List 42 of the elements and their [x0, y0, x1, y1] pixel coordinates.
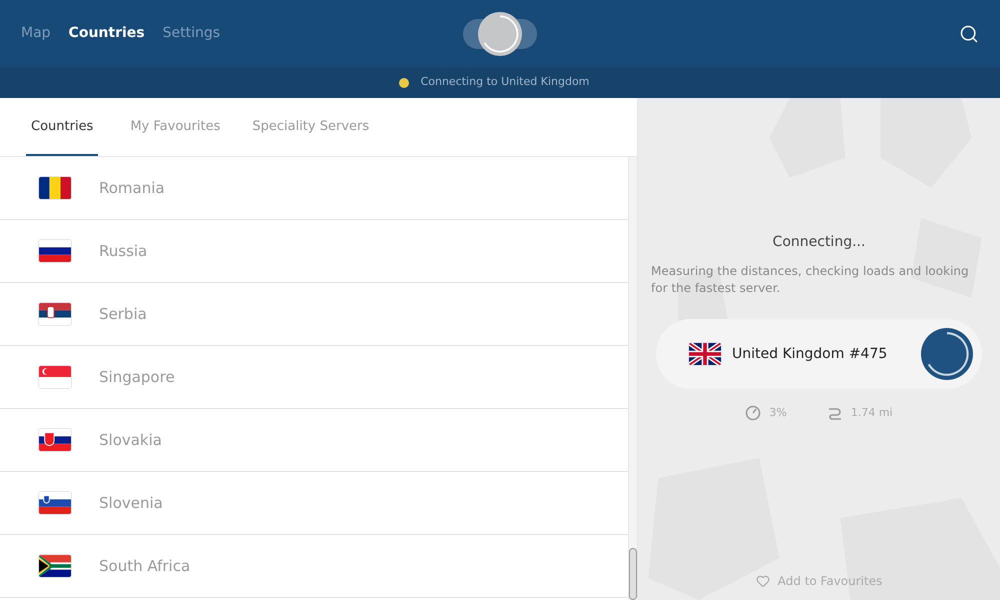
list-tab[interactable]: My Favourites	[130, 98, 220, 156]
connecting-message: Measuring the distances, checking loads and looking for the fastest server.	[651, 263, 970, 297]
search-icon[interactable]	[959, 24, 979, 44]
heart-icon	[756, 574, 770, 588]
country-name: Singapore	[99, 366, 175, 388]
connecting-title: Connecting...	[772, 233, 866, 252]
flag-icon	[38, 428, 72, 452]
connect-button[interactable]	[921, 328, 973, 380]
nav-tab[interactable]: Countries	[68, 23, 145, 44]
flag-icon	[38, 239, 72, 263]
flag-icon	[38, 491, 72, 515]
country-row[interactable]: South Africa	[0, 535, 628, 598]
list-tab[interactable]: Countries	[26, 98, 98, 156]
country-row[interactable]: Russia	[0, 220, 628, 283]
flag-icon	[38, 302, 72, 326]
country-row[interactable]: Slovakia	[0, 409, 628, 472]
country-row[interactable]: Romania	[0, 157, 628, 220]
distance-text: 1.74 mi	[850, 405, 893, 421]
nav-tab[interactable]: Map	[21, 23, 51, 44]
status-text: Connecting to United Kingdom	[420, 74, 590, 90]
connection-toggle[interactable]	[463, 12, 537, 56]
country-row[interactable]: Slovenia	[0, 472, 628, 535]
country-row[interactable]: Singapore	[0, 346, 628, 409]
add-favourites-link[interactable]: Add to Favourites	[756, 572, 882, 590]
nav-tab[interactable]: Settings	[162, 23, 220, 44]
flag-icon	[38, 554, 72, 578]
country-name: Slovenia	[99, 492, 163, 514]
country-name: Romania	[99, 178, 165, 199]
country-name: Serbia	[99, 304, 147, 325]
flag-icon	[38, 365, 72, 389]
flag-icon	[38, 176, 72, 200]
server-name: United Kingdom #475	[732, 344, 888, 364]
scrollbar[interactable]	[628, 157, 637, 600]
flag-icon	[688, 342, 722, 366]
country-row[interactable]: Serbia	[0, 283, 628, 346]
country-name: South Africa	[99, 556, 190, 577]
route-icon	[826, 406, 843, 420]
country-name: Slovakia	[99, 430, 162, 451]
country-name: Russia	[99, 240, 148, 262]
load-text: 3%	[769, 405, 787, 421]
gauge-icon	[745, 405, 762, 422]
list-tab[interactable]: Speciality Servers	[252, 98, 370, 156]
